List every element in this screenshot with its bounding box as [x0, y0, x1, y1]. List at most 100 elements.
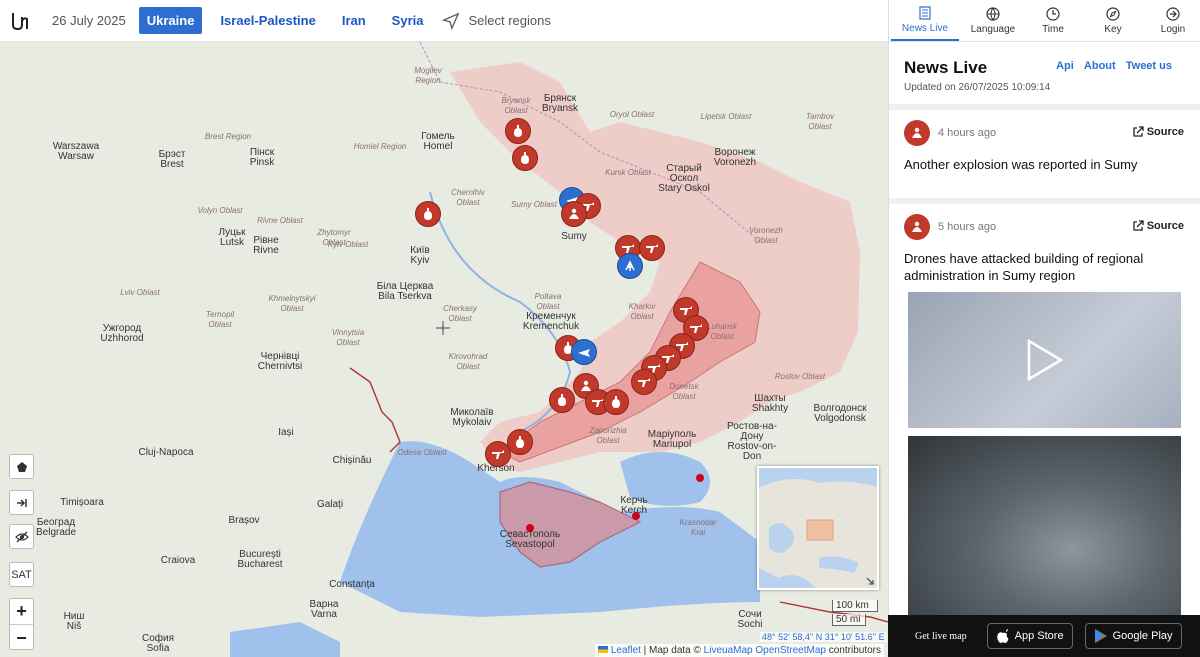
news-source-link[interactable]: Source: [1132, 220, 1184, 232]
leaflet-link[interactable]: Leaflet: [611, 645, 641, 656]
event-marker[interactable]: [505, 118, 531, 144]
nav-language[interactable]: Language: [967, 0, 1019, 41]
map-label: Donetsk Oblast: [669, 382, 699, 401]
play-icon[interactable]: [1025, 338, 1065, 382]
zoom-in-button[interactable]: +: [10, 599, 33, 625]
app-store-button[interactable]: App Store: [986, 623, 1073, 649]
radar-icon: [625, 260, 635, 271]
event-marker[interactable]: [549, 387, 575, 413]
map-label: Ростов-на- Дону Rostov-on- Don: [727, 421, 777, 462]
google-play-icon: [1094, 629, 1107, 643]
map-label: Рівне Rivne: [253, 235, 279, 256]
map-label: Warszawa Warsaw: [52, 141, 100, 162]
gun-icon: [646, 244, 658, 253]
map-label: Варна Varna: [309, 599, 339, 620]
select-regions-label: Select regions: [468, 13, 551, 28]
select-regions-button[interactable]: Select regions: [442, 12, 551, 30]
map-label: Ужгород Uzhhorod: [100, 323, 144, 344]
news-item[interactable]: 5 hours ago Source Drones have attacked …: [889, 204, 1200, 615]
drone-icon: [578, 349, 590, 357]
measure-button[interactable]: [9, 490, 34, 515]
map-label: Волгодонск Volgodonsk: [813, 403, 867, 424]
event-marker[interactable]: [639, 235, 665, 261]
about-link[interactable]: About: [1084, 60, 1116, 72]
event-marker[interactable]: [512, 145, 538, 171]
nav-time-label: Time: [1042, 23, 1064, 35]
gun-icon: [638, 378, 650, 387]
map-label: Sumy Oblast: [511, 200, 557, 209]
minimap[interactable]: [757, 466, 879, 590]
event-dot: [696, 474, 704, 482]
map-label: Rostov Oblast: [774, 372, 826, 381]
map-label: Київ Kyiv: [410, 245, 430, 266]
news-item[interactable]: 4 hours ago Source Another explosion was…: [889, 110, 1200, 198]
aegean-sea: [230, 622, 340, 657]
map-label: Timișoara: [60, 497, 104, 508]
liveuamap-link[interactable]: LiveuaMap: [704, 645, 753, 656]
explosion-icon: [904, 120, 930, 146]
pentagon-icon: [16, 461, 27, 472]
tab-syria[interactable]: Syria: [384, 7, 432, 34]
map-label: Chișinău: [332, 455, 372, 466]
map-label: Kursk Oblast: [605, 168, 651, 177]
nav-key[interactable]: Key: [1087, 0, 1139, 41]
liveuamap-logo[interactable]: [0, 0, 40, 42]
event-marker[interactable]: [561, 201, 587, 227]
globe-icon: [986, 6, 1000, 21]
osm-link[interactable]: OpenStreetMap: [755, 645, 826, 656]
tab-israel-palestine[interactable]: Israel-Palestine: [212, 7, 323, 34]
event-marker[interactable]: [507, 429, 533, 455]
attrib-text: | Map data ©: [640, 645, 704, 656]
map-label: Luhansk Oblast: [706, 322, 738, 341]
event-marker[interactable]: [617, 253, 643, 279]
map-label: Кременчук Kremenchuk: [522, 311, 580, 332]
event-marker[interactable]: [571, 339, 597, 365]
hide-layer-button[interactable]: [9, 524, 34, 549]
map-label: Севастополь Sevastopol: [499, 529, 561, 550]
map-label: Homiel Region: [353, 142, 407, 151]
scale-mi: 50 mi: [832, 614, 866, 626]
draw-polygon-button[interactable]: [9, 454, 34, 479]
news-source-link[interactable]: Source: [1132, 126, 1184, 138]
current-date[interactable]: 26 July 2025: [52, 13, 126, 28]
tab-ukraine[interactable]: Ukraine: [138, 7, 203, 34]
news-photo[interactable]: [908, 436, 1181, 615]
map-label: Ternopil Oblast: [205, 310, 235, 329]
news-video[interactable]: [908, 292, 1181, 428]
map-label: Kirovohrad Oblast: [448, 352, 488, 371]
map-label: Брянск Bryansk: [541, 93, 579, 114]
news-panel: News Live Updated on 26/07/2025 10:09:14…: [888, 42, 1200, 615]
bomb-icon: [521, 152, 529, 164]
satellite-toggle[interactable]: SAT: [9, 562, 34, 587]
gun-icon: [690, 324, 702, 333]
map-label: Біла Церква Bila Tserkva: [376, 281, 434, 302]
map-label: Chernihiv Oblast: [451, 188, 485, 207]
map-view[interactable]: Брянск Bryansk Гомель Homel Warszawa Warsaw Бр…: [0, 42, 888, 657]
nav-news-live[interactable]: News Live: [891, 0, 959, 41]
event-marker[interactable]: [603, 389, 629, 415]
map-label: Kharkiv Oblast: [628, 302, 656, 321]
map-label: Iași: [278, 427, 294, 438]
map-label: Миколаїв Mykolaiv: [450, 407, 494, 428]
nav-news-live-label: News Live: [901, 22, 949, 34]
event-marker[interactable]: [415, 201, 441, 227]
external-link-icon: [1133, 126, 1144, 137]
zoom-out-button[interactable]: −: [10, 625, 33, 651]
nav-login[interactable]: Login: [1147, 0, 1199, 41]
map-label: Brașov: [228, 515, 260, 526]
map-label: Voronezh Oblast: [749, 226, 783, 245]
map-label: Krasnodar Krai: [679, 518, 717, 537]
apple-icon: [996, 629, 1008, 643]
google-play-button[interactable]: Google Play: [1084, 623, 1182, 649]
minimap-viewport: [806, 519, 834, 541]
api-link[interactable]: Api: [1056, 60, 1074, 72]
event-marker[interactable]: [631, 369, 657, 395]
tweet-us-link[interactable]: Tweet us: [1126, 60, 1172, 72]
nav-time[interactable]: Time: [1027, 0, 1079, 41]
top-bar: 26 July 2025 Ukraine Israel-Palestine Ir…: [0, 0, 888, 42]
tab-iran[interactable]: Iran: [334, 7, 374, 34]
map-label: Луцьк Lutsk: [218, 227, 246, 248]
news-time: 4 hours ago: [938, 127, 997, 139]
nav-login-label: Login: [1160, 23, 1186, 35]
panel-links: Api About Tweet us: [1049, 60, 1172, 72]
